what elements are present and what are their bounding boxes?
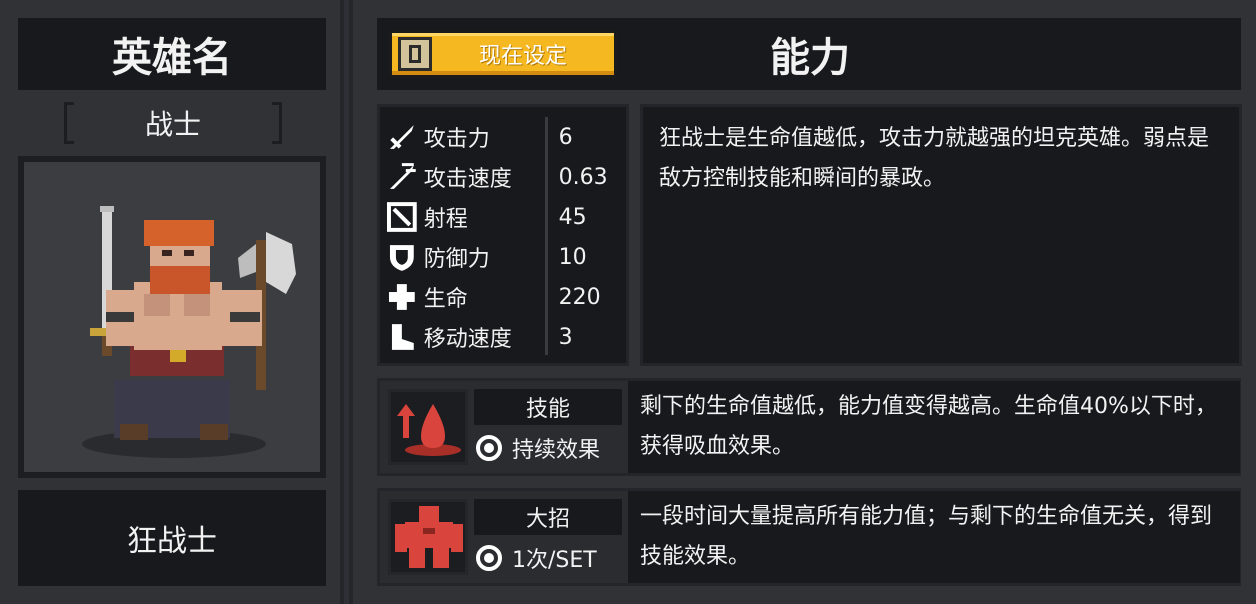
uses-per-set-icon — [476, 545, 502, 571]
stats-table: 攻击力 6 攻击速度 0.63 射程 45 防御力 10 生命 220 移动速度… — [377, 104, 629, 366]
stat-value: 10 — [558, 244, 587, 270]
stat-row-attack-speed: 攻击速度 0.63 — [386, 159, 626, 195]
set-now-button[interactable]: 现在设定 — [389, 30, 617, 78]
ultimate-label: 大招 — [474, 499, 622, 535]
sword-icon — [389, 125, 414, 149]
key-d-icon — [398, 37, 432, 71]
stat-label: 攻击速度 — [423, 167, 512, 192]
hero-portrait-frame — [18, 156, 326, 478]
stat-row-defense: 防御力 10 — [386, 239, 626, 275]
ultimate-type-text: 1次/SET — [512, 548, 597, 573]
skill-type: 持续效果 — [474, 429, 634, 467]
boot-icon — [391, 324, 414, 350]
ultimate-type: 1次/SET — [474, 539, 634, 577]
armor-icon — [395, 506, 463, 568]
hero-class-text: 战士 — [144, 108, 201, 141]
skill-label: 技能 — [474, 389, 622, 425]
ultimate-description: 一段时间大量提高所有能力值；与剩下的生命值无关，得到技能效果。 — [628, 491, 1240, 583]
shield-icon — [389, 245, 414, 271]
stat-value: 0.63 — [558, 164, 608, 190]
fast-sword-icon — [389, 163, 416, 189]
stat-label: 射程 — [423, 207, 468, 232]
stat-value: 3 — [558, 324, 573, 350]
stat-value: 220 — [558, 284, 601, 310]
hero-class-label: 战士 — [64, 102, 282, 144]
stat-value: 6 — [558, 124, 573, 150]
health-cross-icon — [388, 284, 415, 310]
skill-row: 技能 持续效果 剩下的生命值越低，能力值变得越高。生命值40%以下时，获得吸血效… — [377, 378, 1241, 476]
bracket-left-icon — [64, 102, 74, 144]
blood-drop-icon — [397, 404, 461, 456]
stat-row-health: 生命 220 — [386, 279, 626, 315]
bracket-right-icon — [272, 102, 282, 144]
skill-type-text: 持续效果 — [512, 438, 601, 463]
hero-name: 狂战士 — [18, 490, 326, 586]
set-now-label: 现在设定 — [478, 44, 567, 69]
hero-portrait — [24, 162, 320, 472]
stat-label: 攻击力 — [423, 127, 490, 152]
stat-label: 生命 — [423, 287, 468, 312]
berserker-sprite-icon — [82, 206, 296, 458]
range-icon — [386, 202, 417, 232]
stat-label: 移动速度 — [423, 327, 512, 352]
stat-row-move-speed: 移动速度 3 — [386, 319, 626, 355]
stat-value: 45 — [558, 204, 587, 230]
ultimate-icon-frame — [388, 499, 468, 575]
ultimate-row: 大招 1次/SET 一段时间大量提高所有能力值；与剩下的生命值无关，得到技能效果… — [377, 488, 1241, 586]
skill-icon-frame — [388, 389, 468, 465]
stat-row-range: 射程 45 — [386, 199, 626, 235]
skill-description: 剩下的生命值越低，能力值变得越高。生命值40%以下时，获得吸血效果。 — [628, 381, 1240, 473]
ability-title: 能力 — [770, 35, 850, 81]
hero-description: 狂战士是生命值越低，攻击力就越强的坦克英雄。弱点是敌方控制技能和瞬间的暴政。 — [640, 104, 1242, 366]
passive-effect-icon — [476, 435, 502, 461]
hero-name-heading: 英雄名 — [18, 18, 326, 90]
stat-row-attack: 攻击力 6 — [386, 119, 626, 155]
stat-label: 防御力 — [423, 247, 490, 272]
